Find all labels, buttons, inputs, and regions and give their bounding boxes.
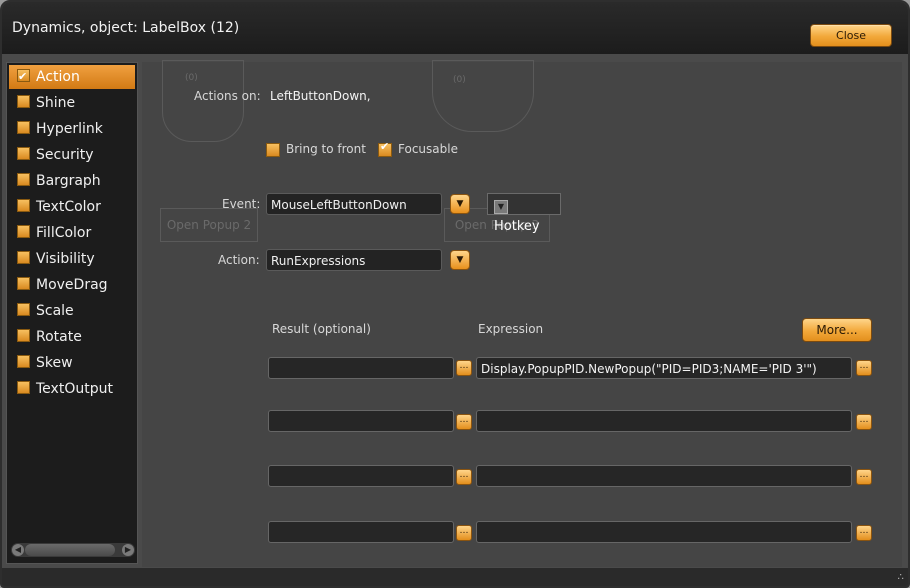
checkbox-icon xyxy=(17,65,30,89)
hotkey-button[interactable]: ▼ Hotkey xyxy=(487,193,561,234)
sidebar-item-scale[interactable]: Scale xyxy=(9,299,135,323)
sidebar-item-label: Shine xyxy=(36,95,76,111)
checkbox-icon xyxy=(17,329,30,342)
checkbox-icon xyxy=(17,251,30,264)
sidebar-item-fillcolor[interactable]: FillColor xyxy=(9,221,135,245)
result-input[interactable] xyxy=(268,410,454,432)
sidebar-item-rotate[interactable]: Rotate xyxy=(9,325,135,349)
sidebar-item-security[interactable]: Security xyxy=(9,143,135,167)
status-bar: ∴ xyxy=(2,568,908,586)
sidebar-item-label: Security xyxy=(36,147,94,163)
expression-input[interactable] xyxy=(476,410,852,432)
checkbox-icon xyxy=(17,355,30,368)
focusable-label: Focusable xyxy=(398,142,458,156)
sidebar-item-label: Visibility xyxy=(36,251,95,267)
expression-browse-button[interactable]: … xyxy=(856,360,872,376)
background-button-popup2: Open Popup 2 xyxy=(160,208,258,242)
sidebar-item-label: Hyperlink xyxy=(36,121,103,137)
tank-value: (0) xyxy=(185,73,198,83)
bring-to-front-label: Bring to front xyxy=(286,142,366,156)
action-dropdown-button[interactable]: ▼ xyxy=(450,250,470,270)
sidebar-item-textoutput[interactable]: TextOutput xyxy=(9,377,135,401)
action-label: Action: xyxy=(218,253,260,267)
expression-browse-button[interactable]: … xyxy=(856,469,872,485)
checkbox-icon xyxy=(17,225,30,238)
close-button[interactable]: Close xyxy=(810,24,892,47)
sidebar-item-action[interactable]: Action xyxy=(9,65,135,89)
sidebar-item-label: FillColor xyxy=(36,225,92,241)
bring-to-front-checkbox[interactable] xyxy=(266,143,280,157)
chevron-down-icon: ▼ xyxy=(456,255,464,265)
dynamics-sidebar: Action Shine Hyperlink Security Bargraph… xyxy=(6,62,138,564)
checkbox-icon xyxy=(17,381,30,394)
background-tank-right: (0) xyxy=(432,60,534,132)
checkbox-icon xyxy=(17,121,30,134)
result-input[interactable] xyxy=(268,465,454,487)
sidebar-item-label: Skew xyxy=(36,355,73,371)
result-input[interactable] xyxy=(268,357,454,379)
sidebar-item-hyperlink[interactable]: Hyperlink xyxy=(9,117,135,141)
chevron-down-icon: ▼ xyxy=(494,200,508,214)
dialog-title: Dynamics, object: LabelBox (12) xyxy=(12,20,240,36)
checkbox-icon xyxy=(17,95,30,108)
dynamics-dialog: Dynamics, object: LabelBox (12) Close Ac… xyxy=(0,0,910,588)
hotkey-label: Hotkey xyxy=(494,219,540,234)
checkbox-icon xyxy=(17,173,30,186)
resize-grip-icon[interactable]: ∴ xyxy=(898,572,904,583)
checkbox-icon xyxy=(17,199,30,212)
event-dropdown-button[interactable]: ▼ xyxy=(450,194,470,214)
sidebar-item-label: MoveDrag xyxy=(36,277,108,293)
sidebar-item-label: TextOutput xyxy=(36,381,113,397)
chevron-down-icon: ▼ xyxy=(456,199,464,209)
scrollbar-thumb[interactable] xyxy=(25,544,115,556)
actions-on-label: Actions on: xyxy=(194,89,261,103)
event-label: Event: xyxy=(222,197,261,211)
sidebar-item-label: TextColor xyxy=(36,199,101,215)
expression-input[interactable]: Display.PopupPID.NewPopup("PID=PID3;NAME… xyxy=(476,357,852,379)
result-column-header: Result (optional) xyxy=(272,322,371,336)
scroll-right-icon[interactable]: ▶ xyxy=(122,544,134,556)
result-browse-button[interactable]: … xyxy=(456,469,472,485)
sidebar-item-label: Bargraph xyxy=(36,173,101,189)
result-browse-button[interactable]: … xyxy=(456,525,472,541)
sidebar-item-bargraph[interactable]: Bargraph xyxy=(9,169,135,193)
title-bar: Dynamics, object: LabelBox (12) Close xyxy=(2,2,908,54)
focusable-checkbox[interactable] xyxy=(378,140,392,157)
actions-on-value: LeftButtonDown, xyxy=(270,89,371,103)
expression-input[interactable] xyxy=(476,465,852,487)
expression-browse-button[interactable]: … xyxy=(856,525,872,541)
checkbox-icon xyxy=(17,147,30,160)
tank-value: (0) xyxy=(453,75,466,85)
result-input[interactable] xyxy=(268,521,454,543)
sidebar-item-label: Action xyxy=(36,69,80,85)
more-button[interactable]: More... xyxy=(802,318,872,342)
checkbox-icon xyxy=(17,277,30,290)
sidebar-item-shine[interactable]: Shine xyxy=(9,91,135,115)
sidebar-item-label: Rotate xyxy=(36,329,82,345)
result-browse-button[interactable]: … xyxy=(456,360,472,376)
result-browse-button[interactable]: … xyxy=(456,414,472,430)
action-panel: (0) (0) Open Popup 2 Open Popup 3 Action… xyxy=(142,60,902,567)
sidebar-item-visibility[interactable]: Visibility xyxy=(9,247,135,271)
sidebar-horizontal-scrollbar[interactable]: ◀ ▶ xyxy=(11,543,135,557)
expression-column-header: Expression xyxy=(478,322,544,336)
sidebar-item-movedrag[interactable]: MoveDrag xyxy=(9,273,135,297)
expression-browse-button[interactable]: … xyxy=(856,414,872,430)
expression-input[interactable] xyxy=(476,521,852,543)
event-select[interactable]: MouseLeftButtonDown xyxy=(266,193,442,215)
action-select[interactable]: RunExpressions xyxy=(266,249,442,271)
sidebar-item-textcolor[interactable]: TextColor xyxy=(9,195,135,219)
scroll-left-icon[interactable]: ◀ xyxy=(12,544,24,556)
sidebar-item-label: Scale xyxy=(36,303,74,319)
checkbox-icon xyxy=(17,303,30,316)
sidebar-item-skew[interactable]: Skew xyxy=(9,351,135,375)
